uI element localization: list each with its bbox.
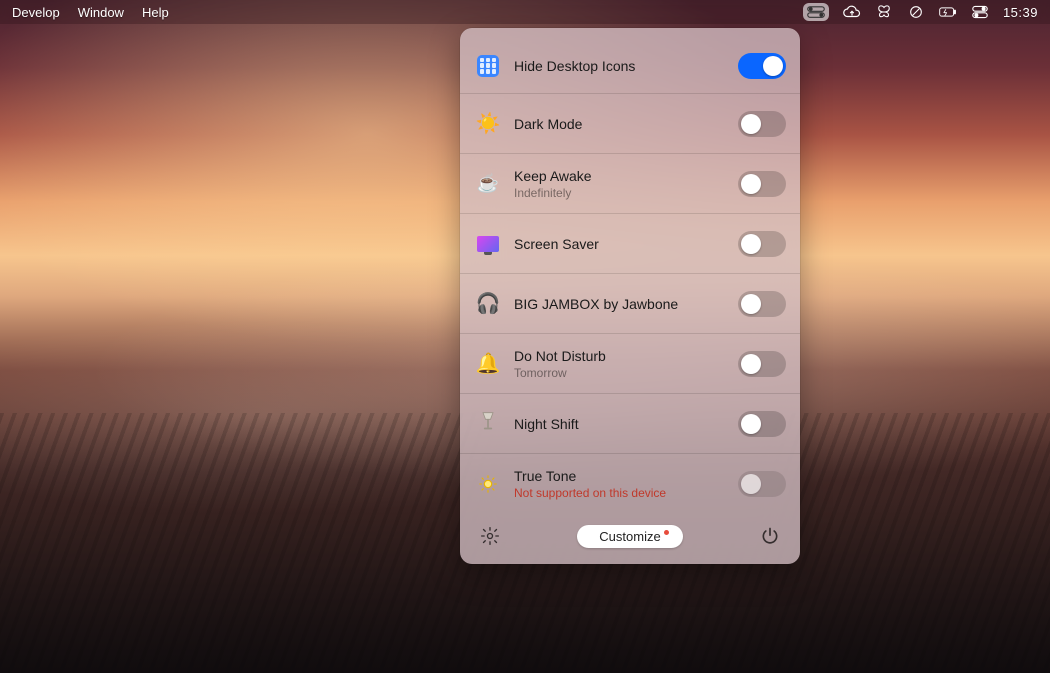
row-labels: Hide Desktop Icons (514, 58, 738, 74)
battery-icon[interactable] (939, 3, 957, 21)
row-title: Hide Desktop Icons (514, 58, 738, 74)
toggle-switch[interactable] (738, 291, 786, 317)
toggle-switch (738, 471, 786, 497)
toggle-switch[interactable] (738, 411, 786, 437)
panel-row: Screen Saver (460, 214, 800, 274)
row-labels: Do Not Disturb Tomorrow (514, 348, 738, 380)
toggle-knob (741, 474, 761, 494)
panel-row: 🎧 BIG JAMBOX by Jawbone (460, 274, 800, 334)
row-title: True Tone (514, 468, 738, 484)
panel-row: True Tone Not supported on this device (460, 454, 800, 514)
cloud-icon[interactable] (843, 3, 861, 21)
toggle-switch[interactable] (738, 231, 786, 257)
menu-develop[interactable]: Develop (12, 5, 60, 20)
toggle-knob (741, 354, 761, 374)
bell-icon: 🔔 (474, 350, 502, 378)
row-subtitle: Indefinitely (514, 186, 738, 200)
row-labels: True Tone Not supported on this device (514, 468, 738, 500)
toggles-menubar-icon[interactable] (803, 3, 829, 21)
row-title: BIG JAMBOX by Jawbone (514, 296, 738, 312)
panel-row: ☕️ Keep Awake Indefinitely (460, 154, 800, 214)
toggle-knob (741, 294, 761, 314)
sunoutline-icon (474, 470, 502, 498)
menubar-clock[interactable]: 15:39 (1003, 5, 1038, 20)
row-title: Screen Saver (514, 236, 738, 252)
row-subtitle: Tomorrow (514, 366, 738, 380)
toggle-switch[interactable] (738, 53, 786, 79)
row-labels: BIG JAMBOX by Jawbone (514, 296, 738, 312)
settings-gear-icon[interactable] (478, 524, 502, 548)
toggle-knob (741, 174, 761, 194)
coffee-icon: ☕️ (474, 170, 502, 198)
power-icon[interactable] (758, 524, 782, 548)
toggle-switch[interactable] (738, 171, 786, 197)
customize-button[interactable]: Customize (577, 525, 682, 548)
row-title: Dark Mode (514, 116, 738, 132)
panel-row: ☀️ Dark Mode (460, 94, 800, 154)
row-labels: Screen Saver (514, 236, 738, 252)
headphones-icon: 🎧 (474, 290, 502, 318)
control-center-icon[interactable] (971, 3, 989, 21)
menu-help[interactable]: Help (142, 5, 169, 20)
circle-slash-icon[interactable] (907, 3, 925, 21)
panel-footer: Customize (460, 514, 800, 552)
menubar-right: 15:39 (803, 3, 1038, 21)
toggle-knob (741, 114, 761, 134)
toggle-switch[interactable] (738, 111, 786, 137)
grid-icon (474, 52, 502, 80)
panel-row: 🔔 Do Not Disturb Tomorrow (460, 334, 800, 394)
lamp-icon (474, 410, 502, 438)
toggle-knob (741, 414, 761, 434)
row-title: Night Shift (514, 416, 738, 432)
toggle-knob (763, 56, 783, 76)
panel-row: Hide Desktop Icons (460, 34, 800, 94)
row-subtitle: Not supported on this device (514, 486, 738, 500)
row-labels: Night Shift (514, 416, 738, 432)
row-title: Do Not Disturb (514, 348, 738, 364)
notification-dot-icon (664, 530, 669, 535)
toggles-panel: Hide Desktop Icons ☀️ Dark Mode ☕️ Keep Awak… (460, 28, 800, 564)
row-labels: Dark Mode (514, 116, 738, 132)
screensaver-icon (474, 230, 502, 258)
panel-row: Night Shift (460, 394, 800, 454)
butterfly-icon[interactable] (875, 3, 893, 21)
row-labels: Keep Awake Indefinitely (514, 168, 738, 200)
customize-label: Customize (599, 529, 660, 544)
toggle-switch[interactable] (738, 351, 786, 377)
menu-window[interactable]: Window (78, 5, 124, 20)
menubar: Develop Window Help 15:39 (0, 0, 1050, 24)
toggle-knob (741, 234, 761, 254)
menubar-left: Develop Window Help (12, 5, 169, 20)
sun-icon: ☀️ (474, 110, 502, 138)
row-title: Keep Awake (514, 168, 738, 184)
